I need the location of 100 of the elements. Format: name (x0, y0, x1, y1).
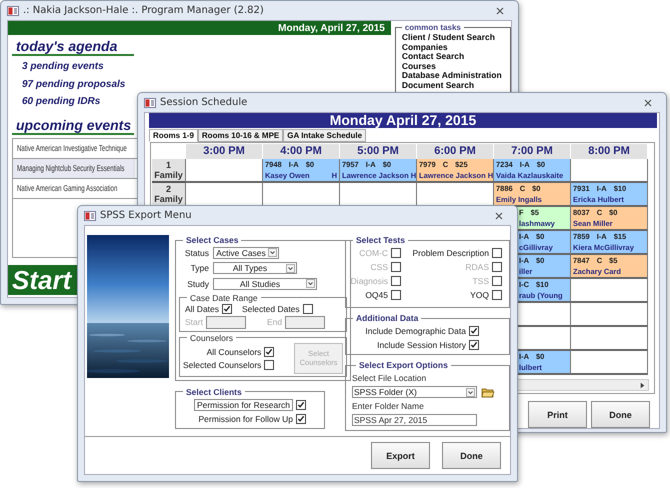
schedule-slot[interactable] (571, 351, 648, 375)
close-button[interactable] (494, 4, 506, 16)
start-button[interactable]: Start (8, 265, 78, 295)
group-title: common tasks (404, 23, 462, 32)
schedule-slot[interactable] (571, 159, 648, 183)
test-label: YOQ (470, 290, 489, 300)
date-label: Monday, April 27, 2015 (278, 22, 385, 34)
agenda-item[interactable]: 97 pending proposals (22, 78, 126, 90)
checkbox[interactable] (391, 290, 401, 300)
test-label: RDAS (465, 262, 489, 272)
group-title: Select Tests (355, 235, 406, 245)
form-icon (144, 98, 156, 108)
test-label: Diagnosis (350, 276, 388, 286)
test-label: CSS (370, 262, 388, 272)
checkbox[interactable] (296, 400, 306, 410)
dropdown-arrow-icon[interactable] (466, 388, 475, 396)
folder-icon[interactable] (481, 386, 495, 398)
test-label: Problem Description (412, 248, 489, 258)
field-label: Type (190, 263, 209, 274)
group-title: Select Clients (185, 386, 243, 396)
option-label: Selected Dates (242, 304, 300, 314)
room-name: Family (154, 170, 183, 180)
test-label: TSS (472, 276, 489, 286)
checkbox[interactable] (264, 346, 274, 356)
time-header: 8:00 PM (571, 144, 648, 159)
end-date-field[interactable] (285, 316, 326, 328)
option-label: Permission for Follow Up (198, 414, 293, 424)
event-item[interactable]: Native American Investigative Technique (13, 138, 135, 158)
end-label: End (266, 317, 282, 327)
time-header: 7:00 PM (494, 144, 571, 159)
task-link[interactable]: Contact Search (402, 52, 504, 62)
time-header: 3:00 PM (186, 144, 263, 159)
group-title: Case Date Range (189, 292, 259, 302)
dropdown-arrow-icon[interactable] (268, 248, 277, 258)
dialog-button[interactable]: Done (591, 401, 650, 428)
field-label: Status (184, 248, 209, 258)
dropdown[interactable]: All Studies (213, 278, 317, 290)
schedule-slot[interactable] (571, 327, 648, 351)
tab[interactable]: Rooms 1-9 (149, 129, 198, 142)
dialog-button[interactable]: Export (371, 442, 430, 469)
folder-name-field[interactable]: SPSS Apr 27, 2015 (352, 414, 477, 426)
checkbox[interactable] (492, 248, 502, 258)
date-banner: Monday April 27, 2015 (149, 113, 657, 128)
checkbox[interactable] (296, 414, 306, 424)
event-item[interactable]: Native American Gaming Association (13, 178, 135, 198)
window-title: SPSS Export Menu (100, 210, 193, 221)
dropdown-arrow-icon[interactable] (286, 264, 295, 273)
scroll-right-icon[interactable] (638, 381, 647, 390)
agenda-item[interactable]: 3 pending events (22, 61, 104, 72)
checkbox[interactable] (264, 360, 274, 370)
task-link[interactable]: Database Administration (402, 71, 504, 80)
time-header: 4:00 PM (263, 144, 340, 159)
checkbox[interactable] (469, 326, 479, 336)
checkbox[interactable] (492, 290, 502, 300)
option-label: All Dates (185, 304, 220, 314)
option-label: Permission for Research (194, 398, 293, 410)
task-link[interactable]: Client / Student Search (402, 33, 504, 42)
schedule-slot[interactable] (186, 159, 263, 183)
task-link[interactable]: Companies (402, 42, 504, 52)
room-name: Family (154, 194, 183, 204)
checkbox[interactable] (469, 340, 479, 350)
form-icon (7, 6, 19, 16)
room-number: 2 (166, 184, 171, 194)
group-title: Additional Data (355, 313, 420, 323)
group-title: Counselors (189, 332, 234, 342)
tab[interactable]: GA Intake Schedule (283, 129, 366, 142)
checkbox[interactable] (222, 304, 232, 314)
start-label: Start (185, 317, 203, 327)
event-item[interactable]: Managing Nightclub Security Essentials (13, 158, 135, 178)
task-link[interactable]: Document Search (402, 80, 504, 90)
tab[interactable]: Rooms 10-16 & MPE (198, 129, 284, 142)
dropdown[interactable]: All Types (213, 262, 297, 274)
checkbox[interactable] (302, 304, 313, 314)
events-heading: upcoming events (12, 116, 134, 134)
file-location-dropdown[interactable]: SPSS Folder (X) (352, 386, 477, 398)
dropdown-arrow-icon[interactable] (306, 279, 315, 288)
close-button[interactable] (642, 96, 654, 108)
window-title: Session Schedule (160, 97, 248, 108)
field-label: Select File Location (352, 373, 428, 383)
test-label: OQ45 (365, 290, 388, 300)
option-label: All Counselors (206, 346, 262, 356)
option-label: Include Session History (377, 340, 466, 350)
option-label: Selected Counselors (183, 360, 262, 370)
agenda-heading: today's agenda (12, 38, 134, 56)
room-number: 1 (166, 160, 171, 170)
close-button[interactable] (493, 210, 505, 222)
window-title: .: Nakia Jackson-Hale :. Program Manager (2.82) (23, 5, 265, 16)
task-link[interactable]: Courses (402, 62, 504, 71)
option-label: Include Demographic Data (365, 326, 466, 336)
form-icon (84, 210, 96, 220)
schedule-slot[interactable] (571, 303, 648, 327)
dropdown[interactable]: Active Cases (213, 246, 279, 259)
dialog-button[interactable]: Done (442, 442, 501, 469)
test-label: COM-C (359, 248, 388, 258)
agenda-item[interactable]: 60 pending IDRs (22, 96, 100, 108)
start-date-field[interactable] (206, 316, 246, 328)
field-label: Study (186, 278, 209, 289)
dialog-button[interactable]: Print (528, 401, 587, 428)
schedule-slot[interactable] (571, 279, 648, 303)
group-title: Select Cases (185, 235, 240, 245)
